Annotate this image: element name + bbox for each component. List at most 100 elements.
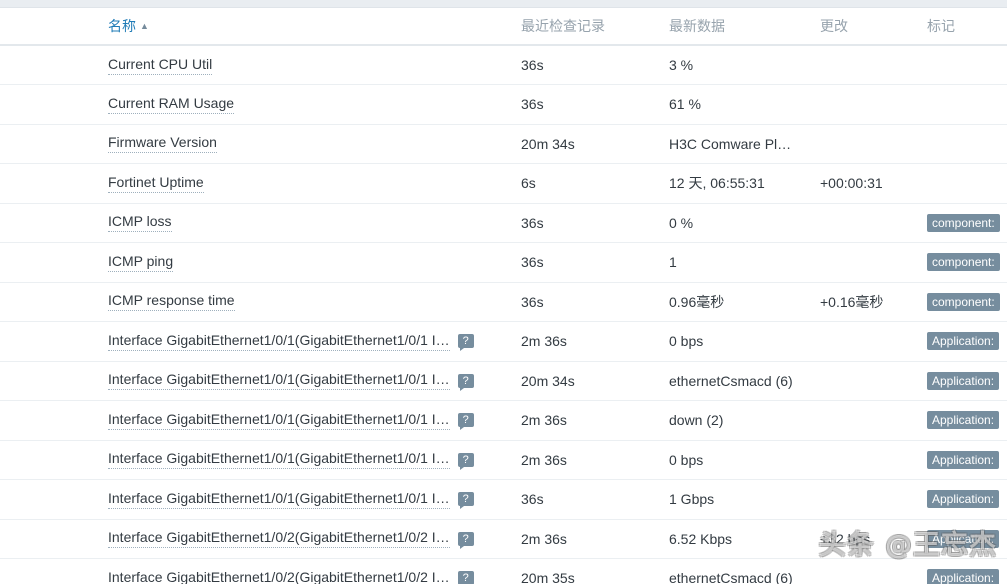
column-header-select: [0, 8, 108, 46]
item-name-link[interactable]: ICMP loss: [108, 213, 172, 233]
item-name-link[interactable]: Current CPU Util: [108, 56, 213, 75]
tag-badge[interactable]: Application:: [927, 529, 1000, 548]
item-name-link[interactable]: Interface GigabitEthernet1/0/1(GigabitEt…: [108, 332, 450, 351]
latest-data-cell: 6.52 Kbps: [669, 519, 820, 559]
item-name-link[interactable]: Interface GigabitEthernet1/0/1(GigabitEt…: [108, 411, 450, 430]
table-row: Interface GigabitEthernet1/0/1(GigabitEt…: [0, 361, 1007, 401]
item-name-wrapper: ICMP response time: [108, 292, 521, 312]
tag-badge[interactable]: Application:: [927, 371, 1000, 390]
row-select-cell: [0, 45, 108, 85]
last-check-cell: 6s: [521, 163, 669, 204]
item-name-wrapper: ICMP loss: [108, 213, 521, 233]
tags-cell: Application:: [927, 479, 1007, 520]
last-check-cell: 2m 36s: [521, 519, 669, 559]
item-name-link[interactable]: Interface GigabitEthernet1/0/1(GigabitEt…: [108, 450, 450, 470]
change-cell: [820, 361, 927, 401]
description-help-icon[interactable]: ?: [457, 571, 474, 584]
tag-badge[interactable]: Application:: [927, 490, 1000, 509]
description-help-icon[interactable]: ?: [457, 492, 474, 510]
item-name-wrapper: ICMP ping: [108, 253, 521, 272]
item-name-cell: Current CPU Util: [108, 45, 521, 85]
item-name-link[interactable]: ICMP response time: [108, 292, 235, 312]
tag-badge[interactable]: component:: [927, 253, 1000, 272]
change-cell: [820, 203, 927, 243]
item-name-link[interactable]: Current RAM Usage: [108, 95, 235, 114]
change-cell: [820, 558, 927, 584]
item-name-cell: Interface GigabitEthernet1/0/1(GigabitEt…: [108, 361, 521, 401]
table-body: Current CPU Util 36s 3 % Current RAM Usage 3…: [0, 45, 1007, 584]
latest-data-cell: 1 Gbps: [669, 479, 820, 520]
table-row: Firmware Version 20m 34s H3C Comware Pl…: [0, 124, 1007, 164]
tags-cell: Application:: [927, 519, 1007, 559]
item-name-link[interactable]: Interface GigabitEthernet1/0/1(GigabitEt…: [108, 490, 450, 509]
item-name-cell: ICMP loss: [108, 203, 521, 243]
item-name-link[interactable]: Interface GigabitEthernet1/0/2(GigabitEt…: [108, 529, 450, 549]
description-help-icon[interactable]: ?: [457, 334, 474, 352]
change-cell: [820, 242, 927, 283]
tag-badge[interactable]: Application:: [927, 569, 1000, 584]
table-row: Interface GigabitEthernet1/0/1(GigabitEt…: [0, 400, 1007, 441]
tag-badge[interactable]: component:: [927, 292, 1000, 311]
tag-badge[interactable]: component:: [927, 213, 1000, 232]
change-cell: +00:00:31: [820, 163, 927, 204]
item-name-link[interactable]: ICMP ping: [108, 253, 174, 272]
row-select-cell: [0, 124, 108, 164]
tag-badge[interactable]: Application:: [927, 332, 1000, 351]
row-select-cell: [0, 400, 108, 441]
last-check-cell: 36s: [521, 282, 669, 322]
latest-data-cell: 1: [669, 242, 820, 283]
description-help-icon[interactable]: ?: [457, 531, 474, 549]
latest-data-cell: 61 %: [669, 84, 820, 125]
column-header-latest-data[interactable]: 最新数据: [669, 8, 820, 46]
last-check-cell: 2m 36s: [521, 400, 669, 441]
latest-data-cell: 0.96毫秒: [669, 282, 820, 322]
last-check-cell: 20m 34s: [521, 124, 669, 164]
column-header-name-label: 名称: [108, 18, 136, 34]
tag-badge[interactable]: Application:: [927, 450, 1000, 469]
change-cell: [820, 321, 927, 362]
last-check-cell: 36s: [521, 84, 669, 125]
change-cell: [820, 440, 927, 480]
tags-cell: [927, 45, 1007, 85]
column-header-tags[interactable]: 标记: [927, 8, 1007, 46]
item-name-wrapper: Interface GigabitEthernet1/0/1(GigabitEt…: [108, 371, 521, 391]
table-row: Interface GigabitEthernet1/0/1(GigabitEt…: [0, 479, 1007, 520]
change-cell: [820, 479, 927, 520]
tags-cell: Application:: [927, 321, 1007, 362]
item-name-link[interactable]: Interface GigabitEthernet1/0/1(GigabitEt…: [108, 371, 450, 391]
column-header-name[interactable]: 名称 ▲: [108, 8, 521, 46]
latest-data-cell: H3C Comware Pl…: [669, 124, 820, 164]
description-help-icon[interactable]: ?: [457, 452, 474, 470]
tags-cell: [927, 163, 1007, 204]
last-check-cell: 36s: [521, 242, 669, 283]
item-name-link[interactable]: Fortinet Uptime: [108, 174, 204, 193]
last-check-cell: 2m 36s: [521, 440, 669, 480]
last-check-cell: 36s: [521, 203, 669, 243]
item-name-wrapper: Interface GigabitEthernet1/0/1(GigabitEt…: [108, 490, 521, 510]
description-help-icon[interactable]: ?: [457, 373, 474, 391]
description-help-icon[interactable]: ?: [457, 413, 474, 431]
item-name-link[interactable]: Interface GigabitEthernet1/0/2(GigabitEt…: [108, 569, 450, 584]
table-row: Current CPU Util 36s 3 %: [0, 45, 1007, 85]
item-name-cell: ICMP ping: [108, 242, 521, 283]
change-cell: [820, 45, 927, 85]
row-select-cell: [0, 84, 108, 125]
table-row: ICMP response time 36s 0.96毫秒 +0.16毫秒 compon…: [0, 282, 1007, 322]
item-name-wrapper: Interface GigabitEthernet1/0/1(GigabitEt…: [108, 450, 521, 470]
latest-data-cell: 0 bps: [669, 440, 820, 480]
item-name-link[interactable]: Firmware Version: [108, 134, 217, 154]
last-check-cell: 2m 36s: [521, 321, 669, 362]
column-header-last-check[interactable]: 最近检查记录: [521, 8, 669, 46]
row-select-cell: [0, 242, 108, 283]
item-name-wrapper: Interface GigabitEthernet1/0/1(GigabitEt…: [108, 411, 521, 431]
tag-badge[interactable]: Application:: [927, 411, 1000, 430]
row-select-cell: [0, 321, 108, 362]
row-select-cell: [0, 163, 108, 204]
item-name-cell: Interface GigabitEthernet1/0/1(GigabitEt…: [108, 440, 521, 480]
column-header-change[interactable]: 更改: [820, 8, 927, 46]
change-cell: +0.16毫秒: [820, 282, 927, 322]
latest-data-cell: ethernetCsmacd (6): [669, 558, 820, 584]
item-name-cell: Interface GigabitEthernet1/0/1(GigabitEt…: [108, 479, 521, 520]
row-select-cell: [0, 203, 108, 243]
row-select-cell: [0, 361, 108, 401]
